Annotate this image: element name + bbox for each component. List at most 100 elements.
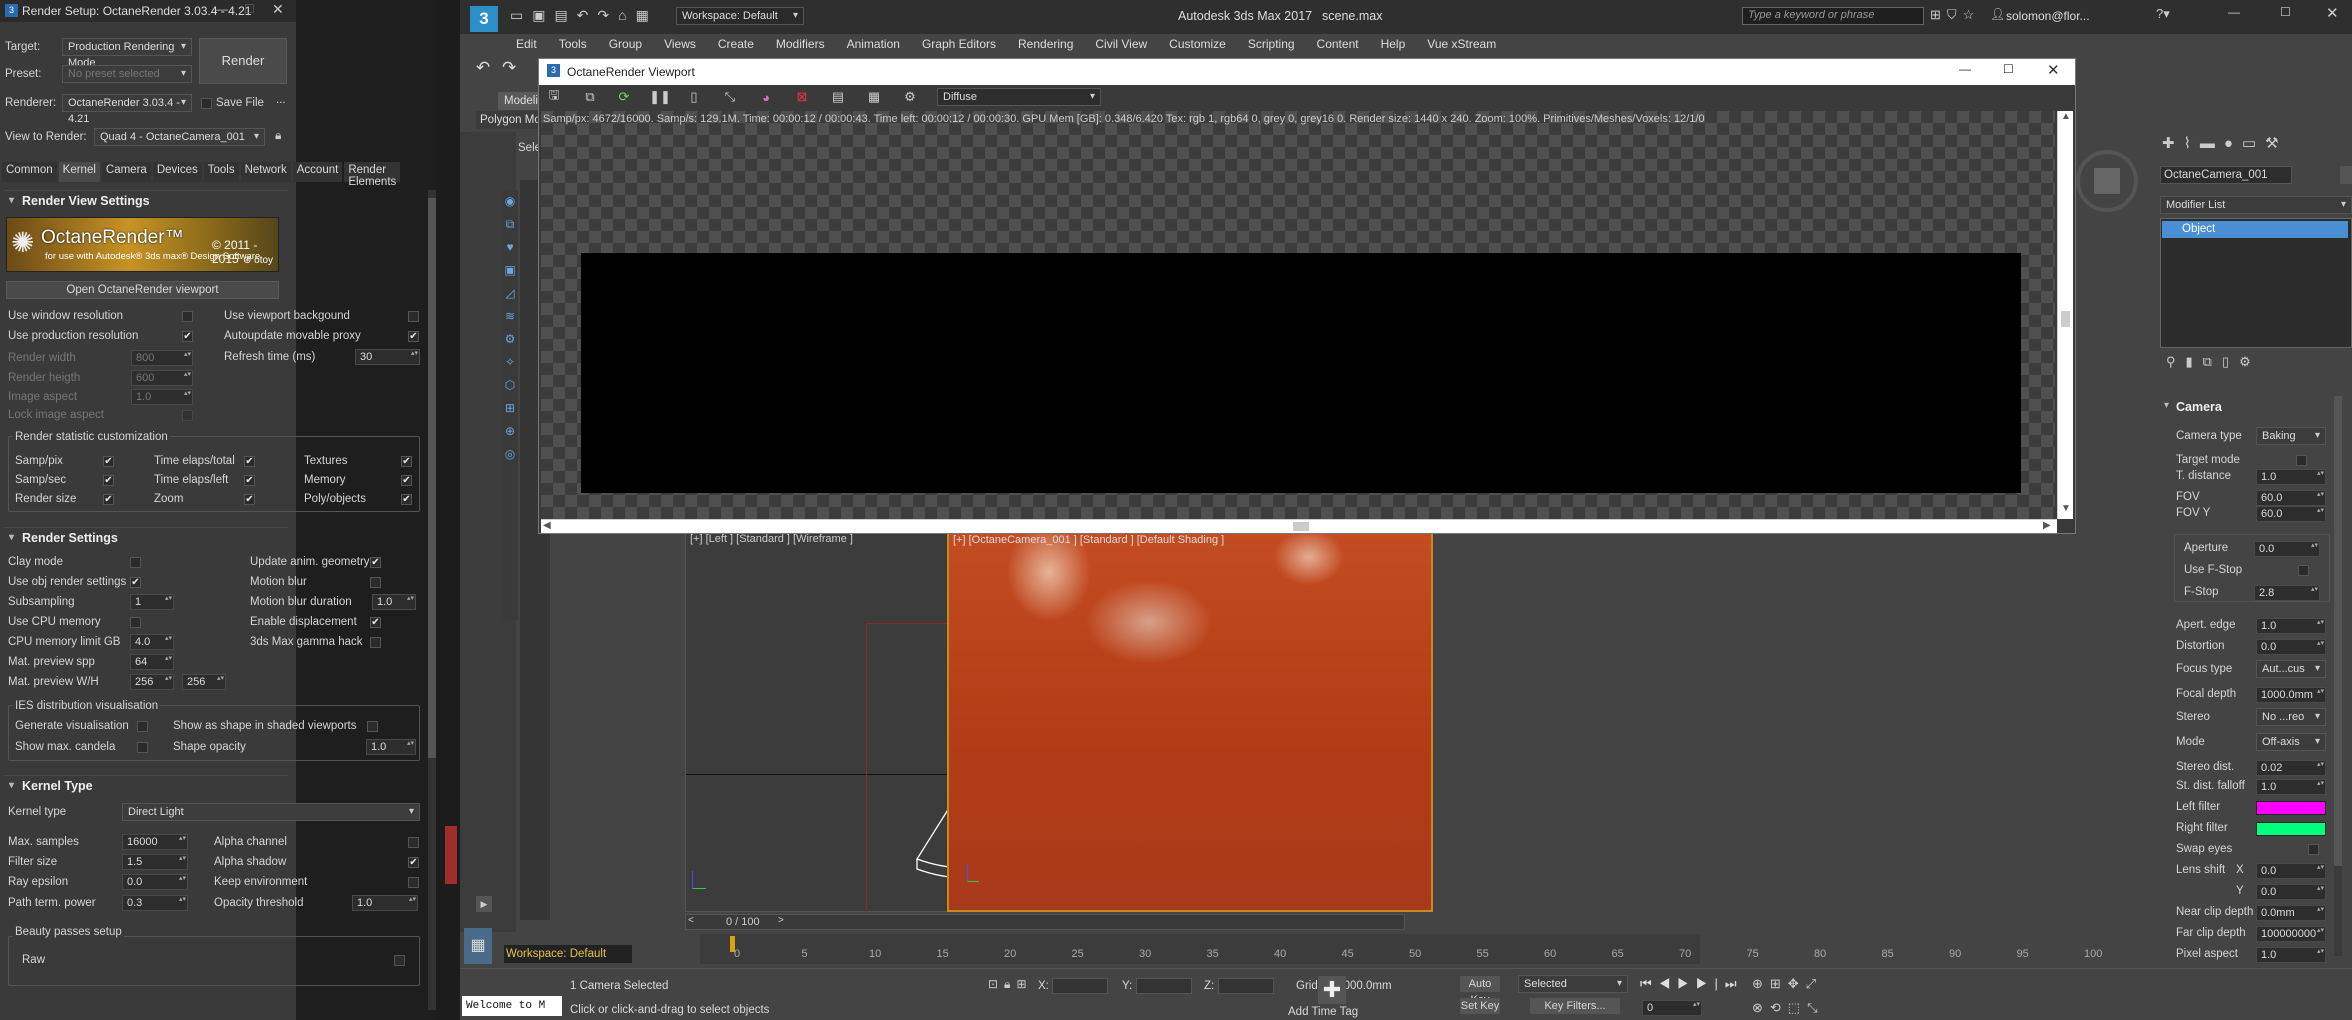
stereo-dropdown[interactable]: No ...reo xyxy=(2256,708,2326,726)
add-time-tag[interactable]: Add Time Tag xyxy=(1288,1006,1358,1018)
vscroll-down-icon[interactable]: ▼ xyxy=(2061,503,2071,514)
max-minimize-icon[interactable]: — xyxy=(2228,5,2240,19)
render-setup-titlebar[interactable]: 3 Render Setup: OctaneRender 3.03.4 - 4.… xyxy=(0,0,296,22)
maximize-icon[interactable]: ☐ xyxy=(244,2,255,16)
target-dropdown[interactable]: Production Rendering Mode xyxy=(62,38,192,69)
generate-vis-checkbox[interactable] xyxy=(137,721,148,732)
octane-vp-minimize-icon[interactable]: — xyxy=(1959,62,1971,76)
octane-vp-close-icon[interactable]: ✕ xyxy=(2047,61,2060,79)
alpha-channel-checkbox[interactable] xyxy=(408,837,419,848)
viewport-camera-label[interactable]: [+] [OctaneCamera_001 ] [Standard ] [Def… xyxy=(953,534,1224,546)
max-close-icon[interactable]: ✕ xyxy=(2326,4,2339,22)
render-pass-dropdown[interactable]: Diffuse xyxy=(937,88,1101,106)
right-filter-swatch[interactable] xyxy=(2256,822,2326,836)
menu-views[interactable]: Views xyxy=(664,37,696,51)
selection-lock-icon[interactable]: ⊡🔒︎⊞ xyxy=(988,977,1033,992)
use-fstop-checkbox[interactable] xyxy=(2298,565,2309,576)
fov-input[interactable]: 60.0 xyxy=(2256,490,2326,506)
max-maximize-icon[interactable]: ☐ xyxy=(2280,5,2291,19)
help-icon[interactable]: ?▾ xyxy=(2156,6,2170,22)
vscroll-thumb[interactable] xyxy=(2061,311,2070,327)
region-render-icon[interactable]: ⤡ xyxy=(719,86,741,108)
tab-tools[interactable]: Tools xyxy=(203,162,239,182)
max-samples-input[interactable]: 16000 xyxy=(122,834,188,850)
redo-icon[interactable]: ↷ xyxy=(502,58,516,78)
save-image-icon[interactable]: 🖫︎ xyxy=(543,86,565,108)
viewport-camera[interactable]: [+] [OctaneCamera_001 ] [Standard ] [Def… xyxy=(947,530,1433,912)
stereo-dist-input[interactable]: 0.02 xyxy=(2256,760,2326,776)
copy-image-icon[interactable]: ⧉ xyxy=(579,86,601,108)
show-shape-checkbox[interactable] xyxy=(367,721,378,732)
render-height-input[interactable]: 600 xyxy=(131,370,193,386)
lens-shift-x-input[interactable]: 0.0 xyxy=(2256,863,2326,879)
camera-section-header[interactable]: Camera xyxy=(2164,400,2344,414)
use-cpu-memory-checkbox[interactable] xyxy=(130,617,141,628)
auto-key-button[interactable]: Auto Key xyxy=(1460,976,1500,1006)
raw-checkbox[interactable] xyxy=(394,955,405,966)
t-distance-input[interactable]: 1.0 xyxy=(2256,469,2326,485)
info-center-icons[interactable]: ⊞⛉☆ xyxy=(1930,7,1980,23)
apert-edge-input[interactable]: 1.0 xyxy=(2256,618,2326,634)
alpha-shadow-checkbox[interactable]: ✔ xyxy=(408,857,419,868)
renderer-dropdown[interactable]: OctaneRender 3.03.4 - 4.21 xyxy=(62,94,192,125)
clay-mode-checkbox[interactable] xyxy=(130,557,141,568)
tab-common[interactable]: Common xyxy=(2,162,57,182)
lock-icon[interactable]: 🔒︎ xyxy=(275,128,281,143)
stat-time-left-checkbox[interactable]: ✔ xyxy=(244,475,255,486)
menu-rendering[interactable]: Rendering xyxy=(1018,37,1073,51)
mat-w-input[interactable]: 256 xyxy=(130,674,174,690)
workspace-status[interactable]: Workspace: Default xyxy=(504,945,632,963)
polygon-modeling-tab[interactable]: Polygon Mo xyxy=(476,111,542,129)
pixel-aspect-input[interactable]: 1.0 xyxy=(2256,947,2326,963)
menu-graph-editors[interactable]: Graph Editors xyxy=(922,37,996,51)
transform-gizmo-icon[interactable]: ✚ xyxy=(1318,976,1346,1004)
autoupdate-checkbox[interactable]: ✔ xyxy=(408,331,419,342)
tab-camera[interactable]: Camera xyxy=(101,162,151,182)
render-passes-icon[interactable]: ▤ xyxy=(827,86,849,108)
opacity-threshold-input[interactable]: 1.0 xyxy=(352,895,418,911)
max-app-icon[interactable]: 3 xyxy=(470,6,498,32)
ray-epsilon-input[interactable]: 0.0 xyxy=(122,874,188,890)
current-frame-input[interactable]: 0 xyxy=(1642,1000,1702,1016)
minimize-icon[interactable]: — xyxy=(216,2,228,16)
stat-samp-pix-checkbox[interactable]: ✔ xyxy=(103,456,114,467)
lock-view-icon[interactable]: ▦ xyxy=(863,86,885,108)
stop-render-icon[interactable]: ▯ xyxy=(683,86,705,108)
section-render-settings[interactable]: Render Settings xyxy=(4,527,288,548)
use-production-resolution-checkbox[interactable]: ✔ xyxy=(182,331,193,342)
pick-material-icon[interactable]: ◕ xyxy=(755,86,777,108)
update-anim-checkbox[interactable]: ✔ xyxy=(370,557,381,568)
use-viewport-bg-checkbox[interactable] xyxy=(408,311,419,322)
hscroll-thumb[interactable] xyxy=(1293,522,1309,531)
stat-textures-checkbox[interactable]: ✔ xyxy=(401,456,412,467)
lock-aspect-checkbox[interactable] xyxy=(182,410,193,421)
stat-zoom-checkbox[interactable]: ✔ xyxy=(244,494,255,505)
key-filters-button[interactable]: Key Filters... xyxy=(1530,998,1620,1014)
time-next-icon[interactable]: > xyxy=(778,915,784,926)
cpu-limit-input[interactable]: 4.0 xyxy=(130,634,174,650)
gamma-hack-checkbox[interactable] xyxy=(370,637,381,648)
stat-memory-checkbox[interactable]: ✔ xyxy=(401,475,412,486)
menu-modifiers[interactable]: Modifiers xyxy=(776,37,825,51)
command-panel-tabs[interactable]: ✚⌇▬●▭⚒ xyxy=(2162,134,2288,152)
quick-access-icons[interactable]: ▭▣▤↶↷⌂▦ xyxy=(510,7,658,24)
viewport-left-label[interactable]: [+] [Left ] [Standard ] [Wireframe ] xyxy=(690,533,853,545)
camera-type-dropdown[interactable]: Baking xyxy=(2256,427,2326,445)
modifier-list-dropdown[interactable]: Modifier List xyxy=(2160,196,2352,214)
trackbar[interactable]: 0 5 10 15 20 25 30 35 40 45 50 55 60 65 70 75 80 85 90 95 10… xyxy=(700,934,2102,964)
time-slider[interactable]: < 0 / 100 > xyxy=(685,914,1405,930)
restart-render-icon[interactable]: ⟳ xyxy=(613,86,635,108)
tab-kernel[interactable]: Kernel xyxy=(58,162,100,182)
kernel-type-dropdown[interactable]: Direct Light xyxy=(122,803,420,821)
near-clip-input[interactable]: 0.0mm xyxy=(2256,905,2326,921)
open-viewport-button[interactable]: Open OctaneRender viewport xyxy=(6,281,279,299)
tab-render-elements[interactable]: Render Elements xyxy=(344,162,401,188)
object-color-swatch[interactable] xyxy=(2340,166,2352,184)
focal-depth-input[interactable]: 1000.0mm xyxy=(2256,687,2326,703)
menu-edit[interactable]: Edit xyxy=(516,37,537,51)
object-name-field[interactable]: OctaneCamera_001 xyxy=(2160,166,2292,184)
maxscript-listener[interactable]: Welcome to M xyxy=(462,996,562,1016)
explorer-expand-icon[interactable]: ▶ xyxy=(476,896,492,912)
more-button[interactable]: ... xyxy=(276,94,286,106)
x-coord-field[interactable] xyxy=(1052,978,1108,994)
